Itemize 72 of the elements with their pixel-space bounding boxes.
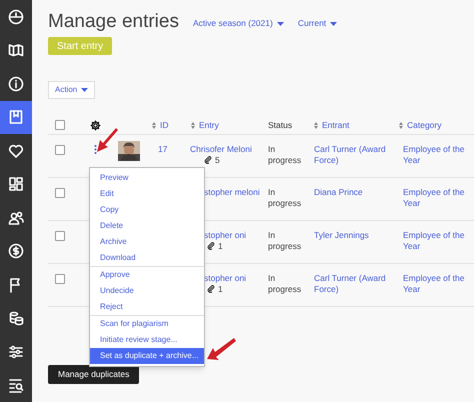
list-search-icon xyxy=(8,377,24,394)
filter-dropdown[interactable]: Current xyxy=(298,17,338,31)
entry-link[interactable]: Chrisofer Meloni xyxy=(190,144,268,154)
paperclip-icon xyxy=(207,285,215,293)
entry-link[interactable]: stopher oni xyxy=(204,272,264,284)
action-dropdown[interactable]: Action xyxy=(48,80,96,98)
status-cell: In progress xyxy=(268,186,302,208)
filter-dropdown[interactable]: Active season (2021) xyxy=(192,17,284,31)
checkbox[interactable] xyxy=(55,274,65,284)
menu-item[interactable]: Undecide xyxy=(90,283,204,299)
info-icon xyxy=(8,76,24,92)
menu-item[interactable]: Copy xyxy=(90,202,204,218)
menu-item[interactable]: Edit xyxy=(90,186,204,202)
clock-icon xyxy=(8,8,24,25)
id-cell: 17 xyxy=(158,144,168,154)
map-icon xyxy=(8,42,24,58)
users-icon xyxy=(8,210,24,226)
arrow-icon xyxy=(206,337,236,363)
more-options-icon[interactable] xyxy=(94,144,97,154)
sort-icon xyxy=(399,122,403,128)
caret-icon xyxy=(81,88,88,92)
column-header: Status xyxy=(268,120,292,130)
menu-item[interactable]: Approve xyxy=(90,267,204,283)
caret-icon xyxy=(276,22,284,26)
status-cell: In progress xyxy=(268,230,302,250)
attachment-count: 5 xyxy=(215,154,220,166)
entry-link[interactable]: stopher meloni xyxy=(204,186,264,198)
paperclip-icon xyxy=(204,156,212,164)
category-link[interactable]: Employee of the Year xyxy=(403,272,468,294)
category-link[interactable]: Employee of the Year xyxy=(403,230,468,252)
menu-item[interactable]: Scan for plagiarism xyxy=(90,316,204,332)
bookmark-icon xyxy=(8,109,24,126)
heart-icon xyxy=(8,142,24,159)
menu-item[interactable]: Set as duplicate + archive... xyxy=(90,348,204,364)
sort-icon xyxy=(314,122,318,128)
dollar-icon xyxy=(8,243,24,260)
sort-icon xyxy=(152,122,156,128)
paperclip-icon xyxy=(207,242,215,250)
settings-icon[interactable] xyxy=(90,120,101,130)
column-header[interactable]: ID xyxy=(160,120,168,130)
category-link[interactable]: Employee of the Year xyxy=(403,144,468,166)
menu-item[interactable]: Delete xyxy=(90,218,204,234)
checkbox[interactable] xyxy=(55,144,65,154)
column-header[interactable]: Entrant xyxy=(322,120,350,130)
attachment-count: 1 xyxy=(218,284,223,294)
sliders-icon xyxy=(8,344,24,360)
menu-item[interactable]: Download xyxy=(90,250,204,266)
status-cell: In progress xyxy=(268,272,302,294)
category-link[interactable]: Employee of the Year xyxy=(403,186,468,208)
entrant-link[interactable]: Carl Turner (Award Force) xyxy=(314,144,391,166)
menu-item[interactable]: Preview xyxy=(90,170,204,186)
caret-icon xyxy=(330,22,338,26)
checkbox[interactable] xyxy=(55,230,65,240)
menu-item[interactable]: Archive xyxy=(90,234,204,250)
arrow-icon xyxy=(96,127,118,153)
entrant-link[interactable]: Diana Prince xyxy=(314,186,391,198)
status-cell: In progress xyxy=(268,144,302,164)
coins-icon xyxy=(8,310,24,326)
entrant-link[interactable]: Tyler Jennings xyxy=(314,230,391,240)
entry-link[interactable]: stopher oni xyxy=(204,230,264,240)
menu-item[interactable]: Initiate review stage... xyxy=(90,332,204,348)
checkbox[interactable] xyxy=(55,188,65,198)
entrant-link[interactable]: Carl Turner (Award Force) xyxy=(314,272,391,294)
column-header[interactable]: Entry xyxy=(199,120,219,130)
page-title: Manage entries xyxy=(48,12,179,31)
sort-icon xyxy=(191,122,195,128)
dashboard-icon xyxy=(8,176,24,192)
attachment-count: 1 xyxy=(218,240,223,252)
column-header[interactable]: Category xyxy=(407,120,442,130)
checkbox[interactable] xyxy=(55,120,65,130)
menu-item[interactable]: Reject xyxy=(90,299,204,315)
manage-duplicates-button[interactable]: Manage duplicates xyxy=(48,364,140,384)
